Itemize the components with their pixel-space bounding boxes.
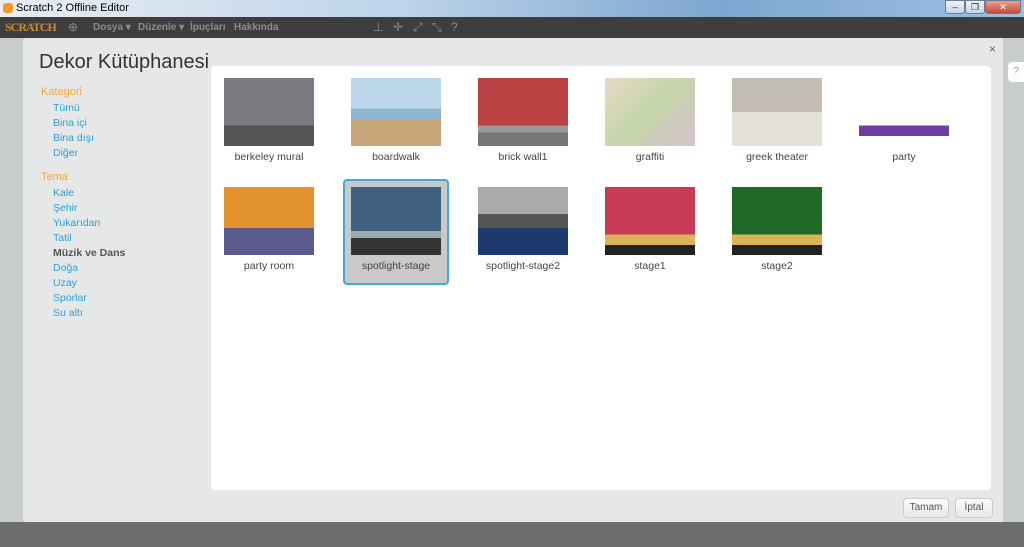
category-item[interactable]: Diğer <box>53 146 125 161</box>
backdrop-thumbnail <box>605 78 695 146</box>
theme-item[interactable]: Doğa <box>53 261 125 276</box>
window-title: Scratch 2 Offline Editor <box>16 2 129 14</box>
backdrop-label: spotlight-stage <box>361 260 431 272</box>
globe-icon[interactable]: ⊕ <box>68 20 78 34</box>
help-tab-icon[interactable]: ? <box>1008 62 1024 82</box>
menu-file[interactable]: Dosya ▾ <box>93 22 131 33</box>
backdrop-thumbnail <box>478 187 568 255</box>
menubar: SCRATCH ⊕ Dosya ▾ Düzenle ▾ İpuçları Hak… <box>0 17 1024 38</box>
theme-item[interactable]: Şehir <box>53 201 125 216</box>
backdrop-grid: berkeley mural boardwalk brick wall1 graffi… <box>211 66 991 490</box>
theme-heading: Tema <box>41 171 68 183</box>
backdrop-tile[interactable]: brick wall1 <box>470 70 576 176</box>
backdrop-tile[interactable]: greek theater <box>724 70 830 176</box>
app-icon <box>3 3 13 13</box>
editor-background-right <box>1003 38 1024 522</box>
backdrop-thumbnail <box>605 187 695 255</box>
backdrop-thumbnail <box>478 78 568 146</box>
backdrop-tile[interactable]: party <box>851 70 957 176</box>
scratch-logo[interactable]: SCRATCH <box>5 20 57 35</box>
maximize-button[interactable]: ❐ <box>965 0 985 14</box>
backdrop-label: berkeley mural <box>234 151 304 163</box>
backdrop-label: party <box>892 151 916 163</box>
backdrop-tile[interactable]: berkeley mural <box>216 70 322 176</box>
backdrop-thumbnail <box>859 78 949 146</box>
backdrop-tile[interactable]: stage2 <box>724 179 830 285</box>
help-icon[interactable]: ? <box>451 20 458 34</box>
theme-item[interactable]: Tatil <box>53 231 125 246</box>
menu-tips[interactable]: İpuçları <box>190 22 226 33</box>
backdrop-label: stage2 <box>761 260 793 272</box>
backdrop-label: graffiti <box>635 151 665 163</box>
cancel-button[interactable]: İptal <box>955 498 993 518</box>
theme-item[interactable]: Su altı <box>53 306 125 321</box>
window-titlebar: Scratch 2 Offline Editor – ❐ ✕ <box>0 0 1024 17</box>
dialog-title: Dekor Kütüphanesi <box>39 51 210 73</box>
minimize-button[interactable]: – <box>945 0 965 14</box>
backdrop-label: party room <box>243 260 295 272</box>
backdrop-tile[interactable]: spotlight-stage <box>343 179 449 285</box>
backdrop-label: boardwalk <box>372 151 420 163</box>
theme-item[interactable]: Sporlar <box>53 291 125 306</box>
backdrop-tile[interactable]: boardwalk <box>343 70 449 176</box>
menu-edit[interactable]: Düzenle ▾ <box>138 22 184 33</box>
menu-about[interactable]: Hakkında <box>234 22 278 33</box>
theme-item[interactable]: Uzay <box>53 276 125 291</box>
fullscreen-icon[interactable]: ⤢ <box>413 20 423 35</box>
backdrop-label: spotlight-stage2 <box>485 260 561 272</box>
category-item[interactable]: Bina içi <box>53 116 125 131</box>
backdrop-tile[interactable]: stage1 <box>597 179 703 285</box>
theme-item[interactable]: Kale <box>53 186 125 201</box>
close-icon[interactable]: × <box>989 42 996 56</box>
backdrop-thumbnail <box>351 187 441 255</box>
backdrop-tile[interactable]: party room <box>216 179 322 285</box>
shrink-icon[interactable]: ⤡ <box>432 20 442 35</box>
ok-button[interactable]: Tamam <box>903 498 949 518</box>
backdrop-thumbnail <box>224 78 314 146</box>
backdrop-label: stage1 <box>634 260 666 272</box>
grow-icon[interactable]: ✛ <box>393 20 403 34</box>
backdrop-label: greek theater <box>746 151 808 163</box>
backdrop-thumbnail <box>732 78 822 146</box>
backdrop-label: brick wall1 <box>498 151 548 163</box>
category-heading: Kategori <box>41 86 82 98</box>
backdrop-tile[interactable]: graffiti <box>597 70 703 176</box>
backdrop-tile[interactable]: spotlight-stage2 <box>470 179 576 285</box>
backdrop-thumbnail <box>351 78 441 146</box>
theme-item[interactable]: Yukarıdan <box>53 216 125 231</box>
editor-background <box>0 38 23 522</box>
close-window-button[interactable]: ✕ <box>985 0 1021 14</box>
backdrop-thumbnail <box>732 187 822 255</box>
stamp-icon[interactable]: ⊥ <box>373 20 383 34</box>
editor-bottom <box>0 522 1024 547</box>
category-item[interactable]: Tümü <box>53 101 125 116</box>
backdrop-library-dialog: Dekor Kütüphanesi × Kategori Tümü Bina iç… <box>23 38 1003 522</box>
library-sidebar: Kategori Tümü Bina içi Bina dışı Diğer Tema… <box>41 86 125 321</box>
theme-item[interactable]: Müzik ve Dans <box>53 246 125 261</box>
backdrop-thumbnail <box>224 187 314 255</box>
category-item[interactable]: Bina dışı <box>53 131 125 146</box>
